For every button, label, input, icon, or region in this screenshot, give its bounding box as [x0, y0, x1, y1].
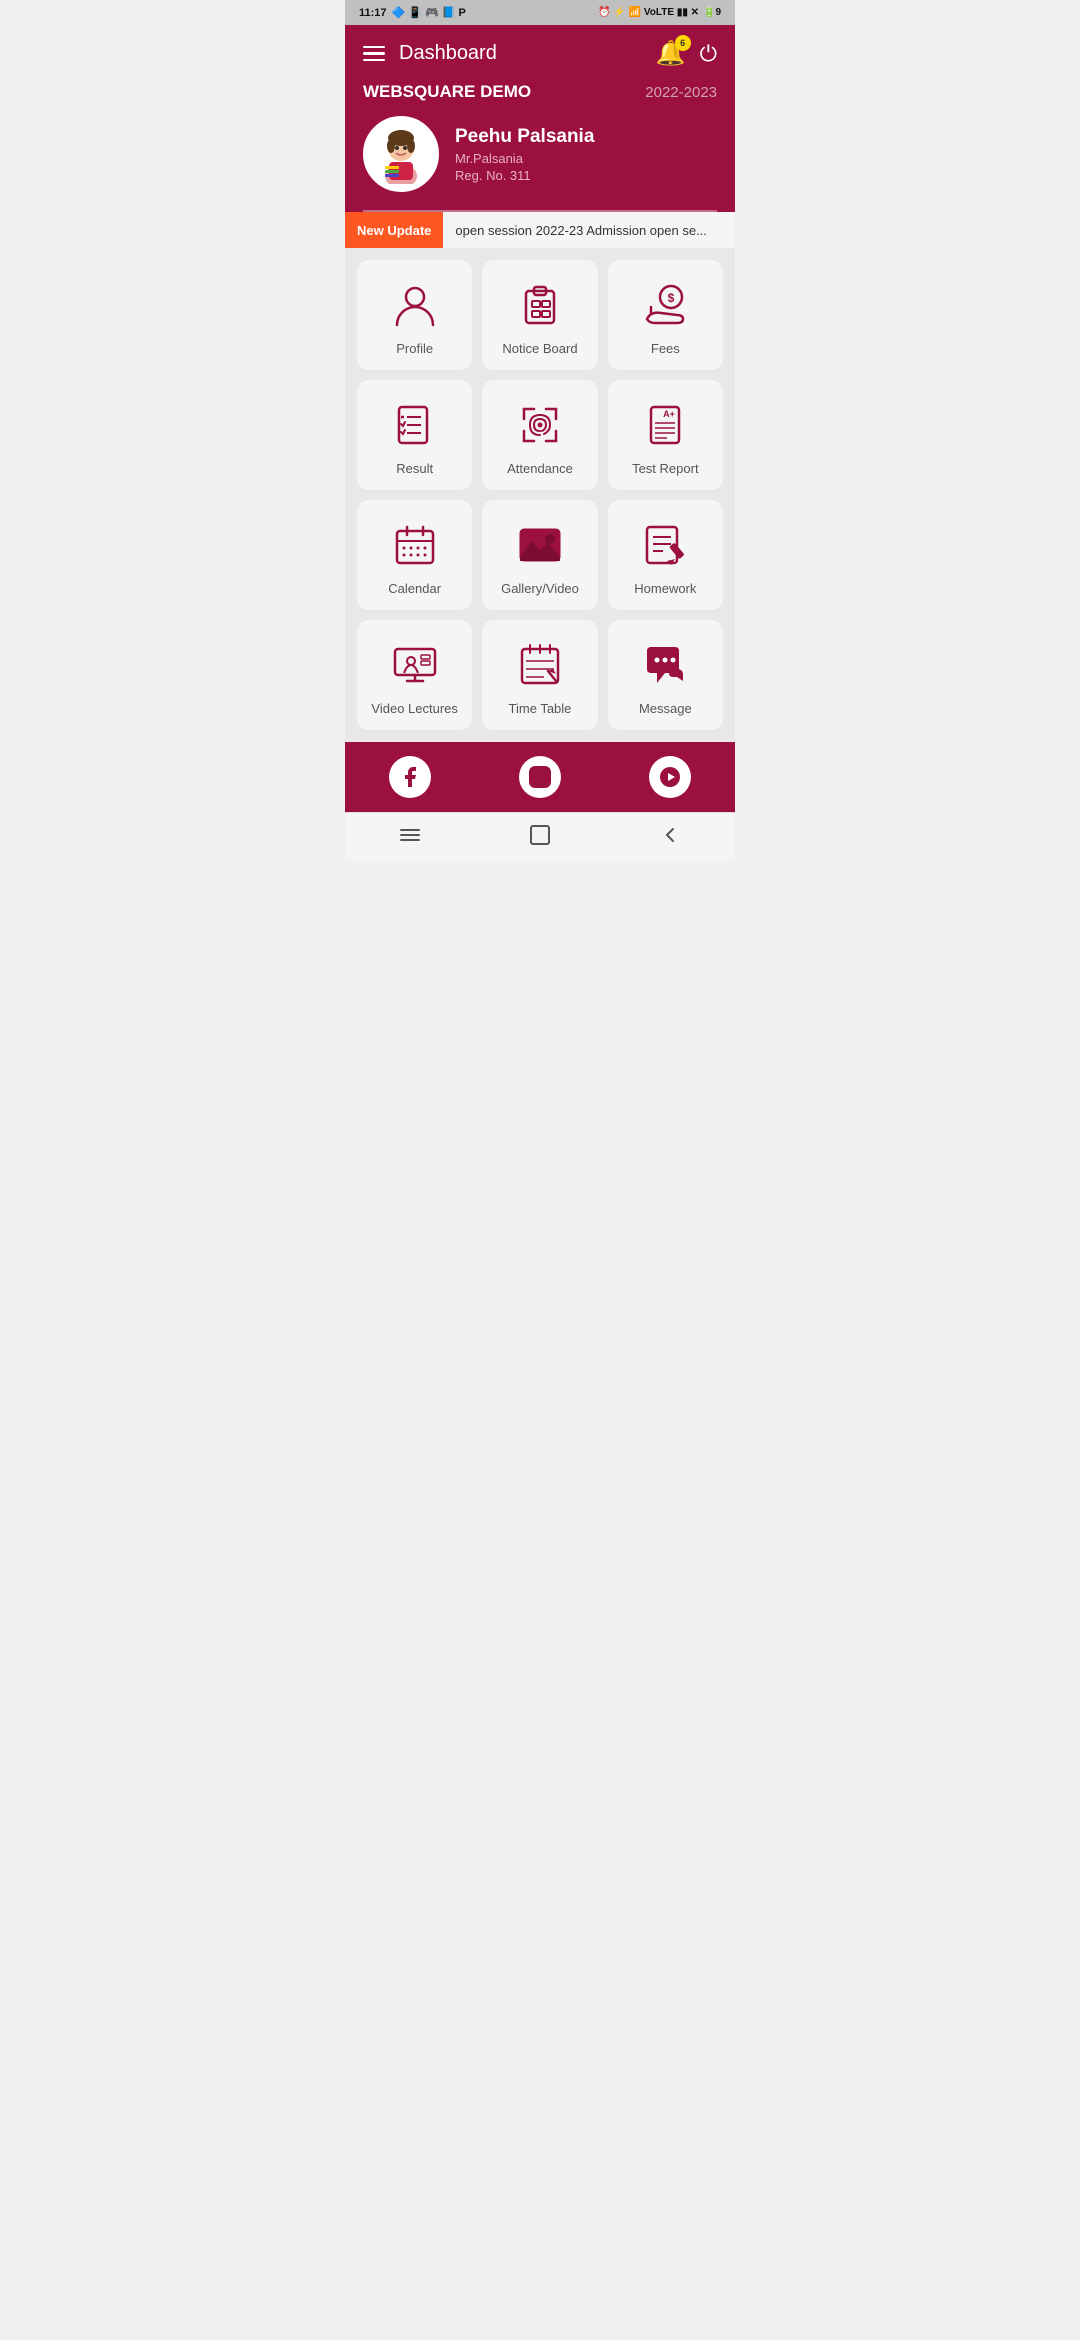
menu-item-video-lectures[interactable]: Video Lectures	[357, 620, 472, 730]
menu-label-fees: Fees	[651, 341, 680, 356]
person-icon	[389, 279, 441, 331]
nav-menu-button[interactable]	[398, 823, 422, 853]
calendar-icon	[389, 519, 441, 571]
menu-item-message[interactable]: Message	[608, 620, 723, 730]
nav-bar	[345, 812, 735, 861]
menu-label-message: Message	[639, 701, 692, 716]
school-name: WEBSQUARE DEMO	[363, 82, 531, 102]
menu-item-gallery[interactable]: Gallery/Video	[482, 500, 597, 610]
notification-bell[interactable]: 🔔 6	[656, 39, 686, 68]
menu-label-test-report: Test Report	[632, 461, 698, 476]
power-button[interactable]: ⏻	[700, 41, 717, 67]
menu-label-calendar: Calendar	[388, 581, 441, 596]
page-title: Dashboard	[399, 42, 497, 65]
facebook-button[interactable]	[389, 756, 431, 798]
status-time: 11:17 🔷 📳 🎮 📘 P	[359, 6, 466, 19]
menu-item-result[interactable]: Result	[357, 380, 472, 490]
student-reg: Reg. No. 311	[455, 168, 594, 183]
notification-badge: 6	[675, 35, 691, 51]
menu-item-fees[interactable]: $ Fees	[608, 260, 723, 370]
menu-item-notice-board[interactable]: Notice Board	[482, 260, 597, 370]
update-label: New Update	[345, 212, 443, 248]
report-icon: A+	[639, 399, 691, 451]
nav-home-button[interactable]	[528, 823, 552, 853]
student-details: Peehu Palsania Mr.Palsania Reg. No. 311	[455, 126, 594, 183]
homework-icon	[639, 519, 691, 571]
social-bar	[345, 742, 735, 812]
menu-label-attendance: Attendance	[507, 461, 573, 476]
school-info: WEBSQUARE DEMO 2022-2023	[363, 82, 717, 102]
status-icons: ⏰ ⚡ 📶 VoLTE ▮▮ ✕ 🔋9	[598, 7, 721, 18]
menu-label-notice-board: Notice Board	[502, 341, 577, 356]
menu-button[interactable]	[363, 46, 385, 62]
menu-item-calendar[interactable]: Calendar	[357, 500, 472, 610]
header-top: Dashboard 🔔 6 ⏻	[363, 39, 717, 68]
money-icon: $	[639, 279, 691, 331]
menu-item-test-report[interactable]: A+ Test Report	[608, 380, 723, 490]
fingerprint-icon	[514, 399, 566, 451]
student-name: Peehu Palsania	[455, 126, 594, 148]
status-bar: 11:17 🔷 📳 🎮 📘 P ⏰ ⚡ 📶 VoLTE ▮▮ ✕ 🔋9	[345, 0, 735, 25]
svg-text:$: $	[668, 291, 675, 305]
menu-item-time-table[interactable]: Time Table	[482, 620, 597, 730]
student-profile: Peehu Palsania Mr.Palsania Reg. No. 311	[363, 116, 717, 212]
menu-label-time-table: Time Table	[509, 701, 572, 716]
nav-back-button[interactable]	[658, 823, 682, 853]
video-icon	[389, 639, 441, 691]
menu-item-homework[interactable]: Homework	[608, 500, 723, 610]
student-parent: Mr.Palsania	[455, 151, 594, 166]
menu-label-gallery: Gallery/Video	[501, 581, 579, 596]
menu-item-profile[interactable]: Profile	[357, 260, 472, 370]
update-bar: New Update open session 2022-23 Admissio…	[345, 212, 735, 248]
gallery-icon	[514, 519, 566, 571]
menu-item-attendance[interactable]: Attendance	[482, 380, 597, 490]
header: Dashboard 🔔 6 ⏻ WEBSQUARE DEMO 2022-2023	[345, 25, 735, 212]
menu-label-video-lectures: Video Lectures	[371, 701, 458, 716]
timetable-icon	[514, 639, 566, 691]
chat-icon	[639, 639, 691, 691]
menu-grid: Profile Notice Board $	[345, 248, 735, 742]
youtube-button[interactable]	[649, 756, 691, 798]
menu-label-result: Result	[396, 461, 433, 476]
instagram-button[interactable]	[519, 756, 561, 798]
menu-label-profile: Profile	[396, 341, 433, 356]
avatar	[363, 116, 439, 192]
checklist-icon	[389, 399, 441, 451]
svg-text:A+: A+	[663, 409, 675, 419]
clipboard-icon	[514, 279, 566, 331]
menu-label-homework: Homework	[634, 581, 696, 596]
update-text: open session 2022-23 Admission open se..…	[443, 223, 707, 238]
school-year: 2022-2023	[645, 84, 717, 101]
